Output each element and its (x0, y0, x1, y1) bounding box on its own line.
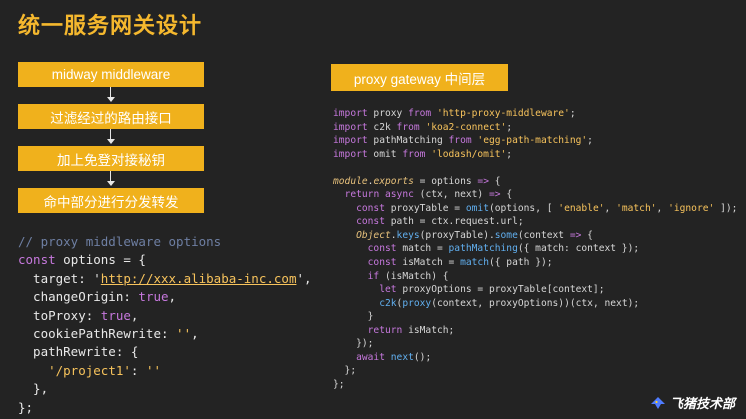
arrow-down-icon (106, 139, 115, 144)
code-line: if (isMatch) { (367, 270, 449, 282)
code-line: import omit from 'lodash/omit'; (333, 148, 513, 160)
code-line: '/project1': '' (48, 362, 162, 378)
code-line: // proxy middleware options (18, 234, 222, 249)
code-line: await next(); (356, 351, 432, 363)
middleware-options-code: // proxy middleware options const option… (18, 233, 312, 417)
code-line: pathRewrite: { (18, 344, 139, 360)
code-line: changeOrigin: true, (18, 289, 177, 305)
proxy-gateway-label: proxy gateway 中间层 (331, 64, 508, 91)
code-line: Object.keys(proxyTable).some(context => … (356, 229, 593, 241)
flow-arrow (110, 87, 111, 97)
flow-arrow (110, 129, 111, 139)
code-line: return isMatch; (367, 324, 455, 336)
code-line: } (333, 311, 374, 323)
code-line: import c2k from 'koa2-connect'; (333, 121, 513, 133)
code-line: }; (333, 365, 357, 377)
flow-step-2: 过滤经过的路由接口 (18, 104, 204, 129)
code-line: import pathMatching from 'egg-path-match… (333, 135, 593, 147)
code-line: const path = ctx.request.url; (356, 216, 524, 228)
slide-title: 统一服务网关设计 (18, 14, 203, 39)
flow-step-1: midway middleware (18, 62, 204, 87)
code-line: }, (18, 381, 49, 397)
code-line: module.exports = options => { (333, 175, 501, 187)
flow-arrow (110, 171, 111, 181)
code-line: cookiePathRewrite: '', (18, 326, 199, 342)
code-line: const match = pathMatching({ match: cont… (367, 243, 640, 255)
brand-logo: 飞猪技术部 (650, 393, 735, 412)
flow-step-4: 命中部分进行分发转发 (18, 188, 204, 213)
code-line: c2k(proxy(context, proxyOptions))(ctx, n… (379, 297, 640, 309)
arrow-down-icon (106, 181, 115, 186)
code-line: import proxy from 'http-proxy-middleware… (333, 108, 576, 119)
code-line: const isMatch = match({ path }); (367, 257, 553, 269)
code-line: toProxy: true, (18, 307, 139, 323)
flow-step-3: 加上免登对接秘钥 (18, 146, 204, 171)
code-line: const proxyTable = omit(options, [ 'enab… (356, 202, 738, 214)
code-line: let proxyOptions = proxyTable[context]; (379, 284, 605, 296)
fliggy-logo-icon (651, 396, 665, 409)
code-line: }; (18, 399, 34, 415)
arrow-down-icon (106, 97, 115, 102)
code-line: const options = { (18, 252, 146, 268)
code-line: }; (333, 378, 345, 390)
code-line: target: 'http://xxx.alibaba-inc.com', (18, 270, 312, 286)
code-line: }); (333, 338, 374, 350)
proxy-gateway-code: import proxy from 'http-proxy-middleware… (333, 107, 737, 391)
code-line: return async (ctx, next) => { (344, 189, 513, 201)
brand-name: 飞猪技术部 (670, 397, 736, 412)
